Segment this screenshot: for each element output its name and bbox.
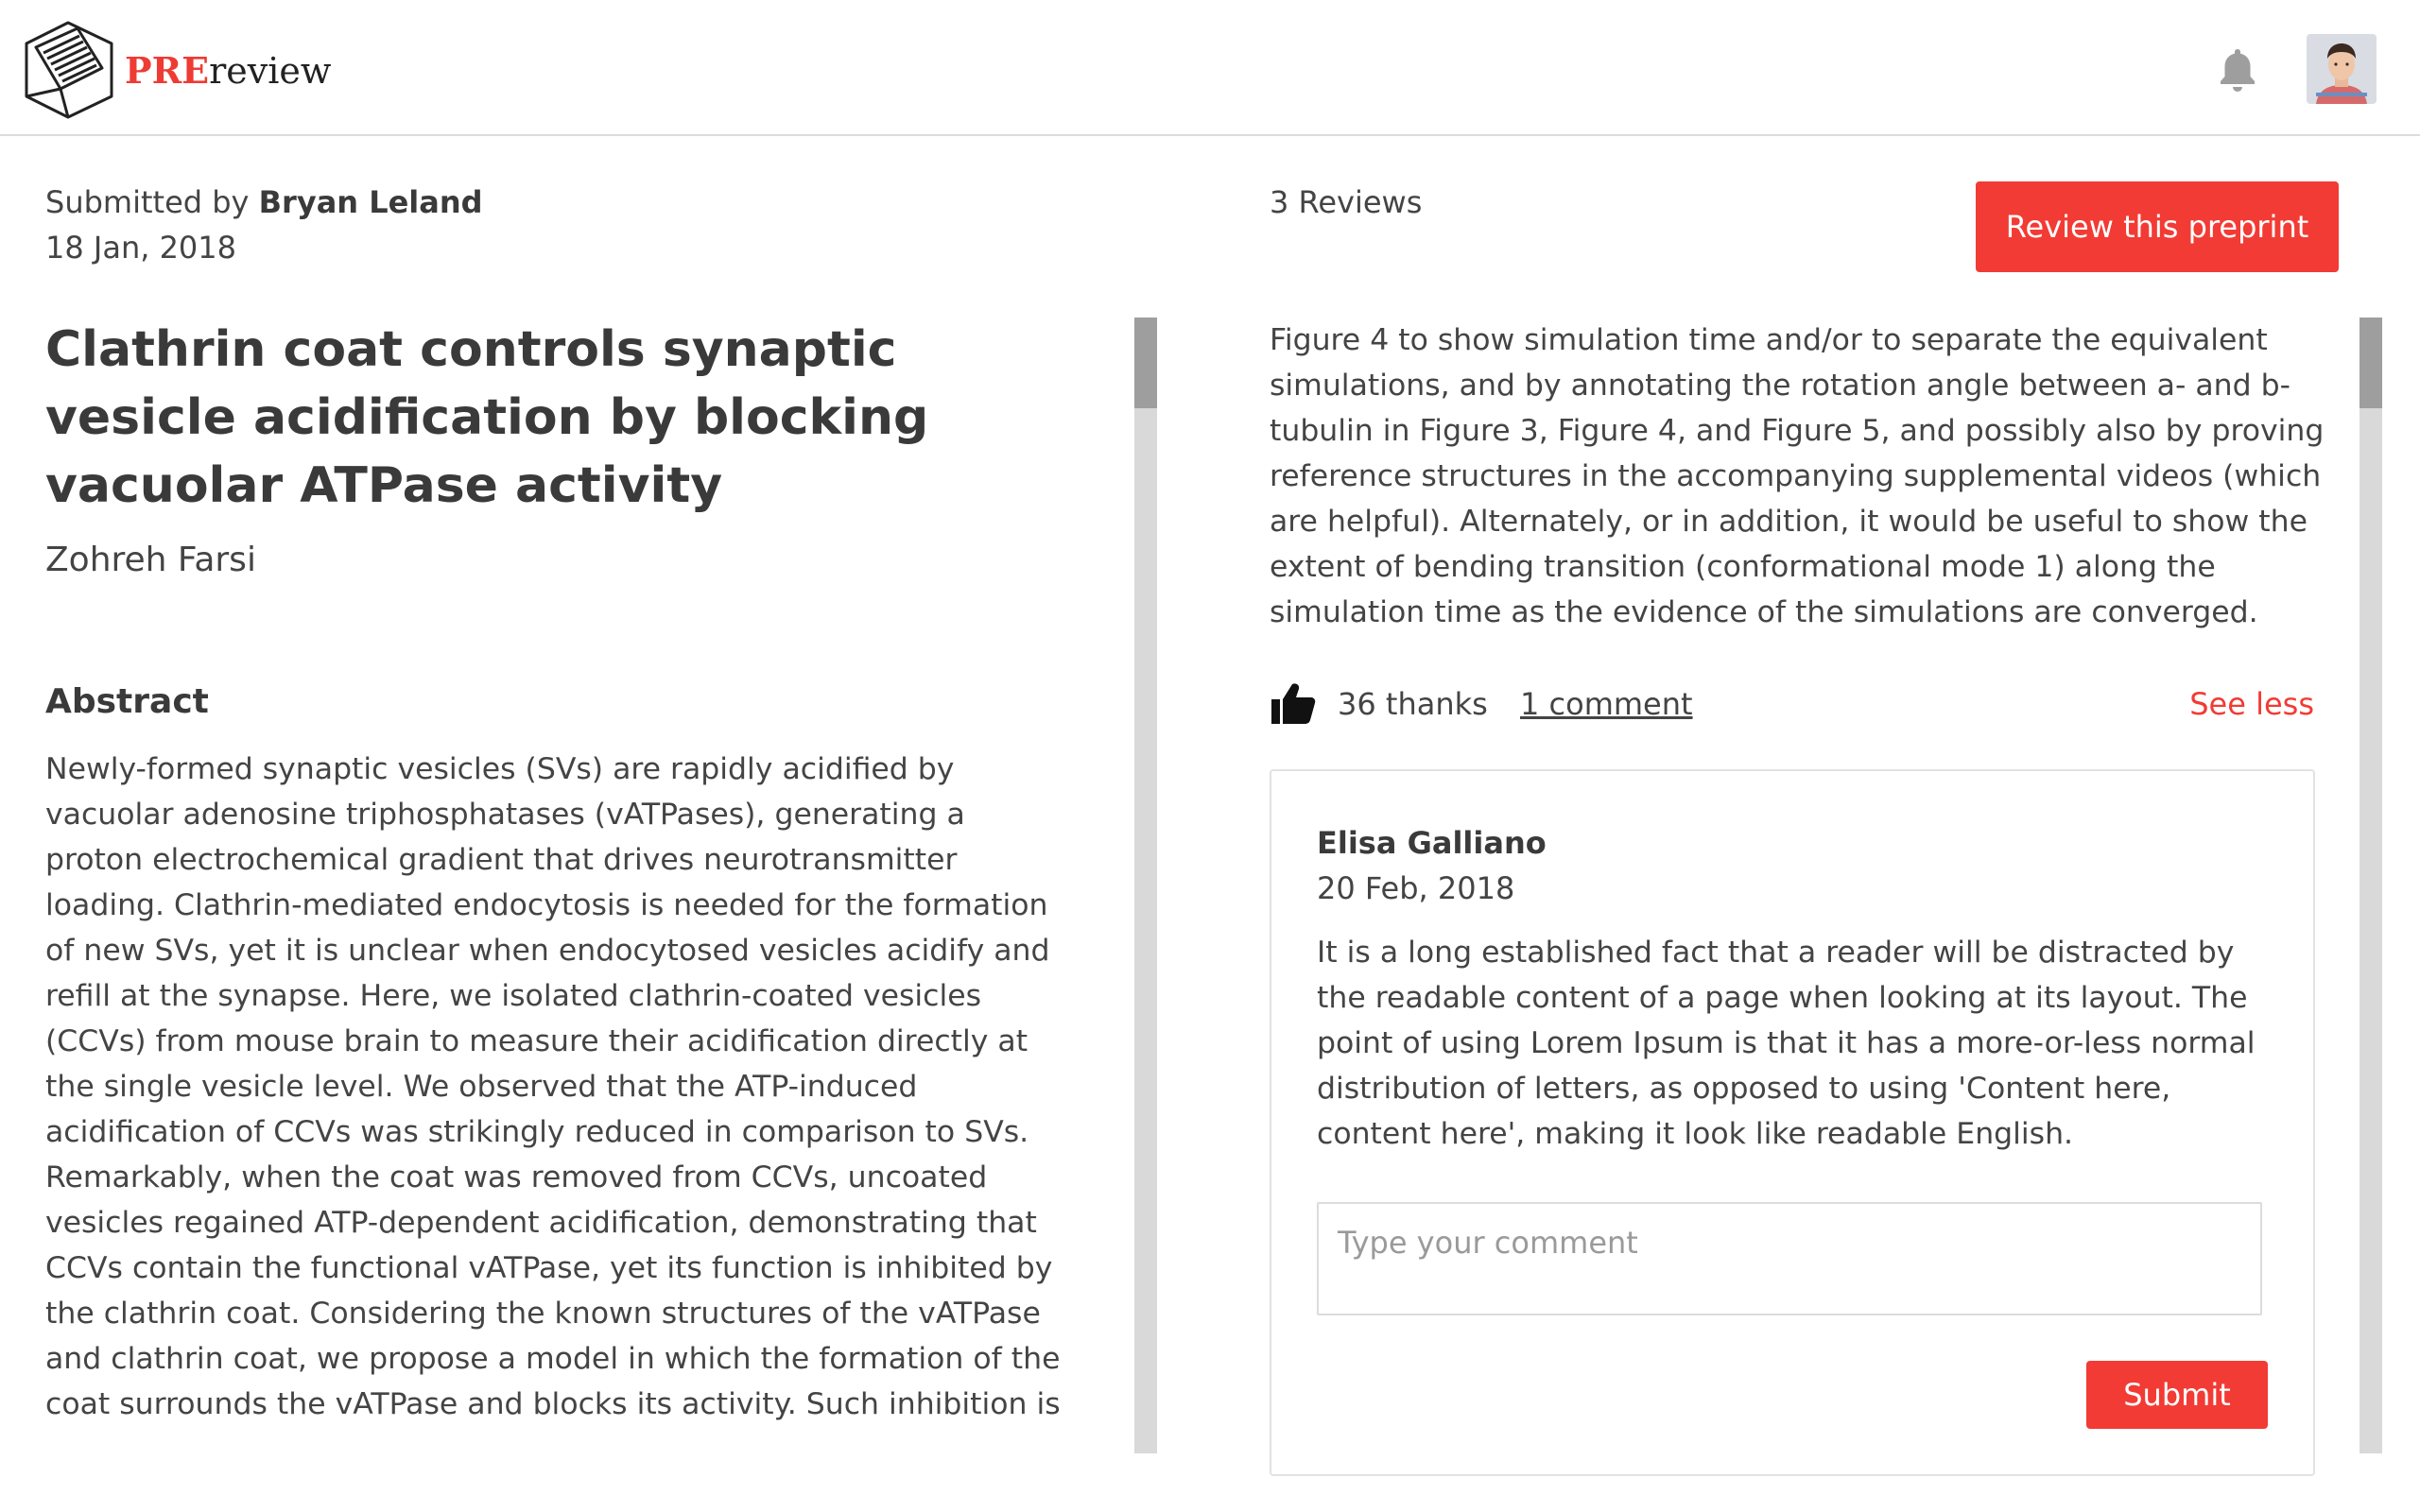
comments-link[interactable]: 1 comment: [1520, 680, 1693, 728]
submitter-name[interactable]: Bryan Leland: [259, 184, 483, 220]
review-text: Figure 4 to show simulation time and/or …: [1270, 323, 2325, 629]
comment-body: It is a long established fact that a rea…: [1317, 936, 2256, 1151]
reviews-scrollbar-thumb[interactable]: [2360, 318, 2382, 408]
submission-info: Submitted by Bryan Leland 18 Jan, 2018: [45, 180, 483, 270]
comment-input[interactable]: [1317, 1202, 2262, 1315]
abstract-text: Newly-formed synaptic vesicles (SVs) are…: [45, 752, 1061, 1421]
logo-wordmark: PREreview: [125, 48, 332, 92]
preprint-title: Clathrin coat controls synaptic vesicle …: [45, 321, 929, 514]
submit-comment-button[interactable]: Submit: [2086, 1361, 2268, 1429]
preprint-scrollbar-thumb[interactable]: [1134, 318, 1157, 408]
bell-icon[interactable]: [2218, 47, 2257, 93]
reviews-scrollbar[interactable]: [2360, 318, 2382, 1453]
comment-card: Elisa Galliano 20 Feb, 2018 It is a long…: [1270, 769, 2315, 1476]
user-avatar-image: [2307, 34, 2377, 104]
prereview-logo[interactable]: PREreview: [23, 19, 331, 121]
comment-date: 20 Feb, 2018: [1317, 870, 1515, 906]
submission-date: 18 Jan, 2018: [45, 230, 236, 266]
see-less-link[interactable]: See less: [2189, 680, 2314, 728]
preprint-author: Zohreh Farsi: [45, 541, 256, 579]
submitted-by-label: Submitted by: [45, 184, 250, 220]
abstract-heading: Abstract: [45, 682, 209, 721]
review-preprint-button[interactable]: Review this preprint: [1976, 181, 2339, 272]
comment-author: Elisa Galliano: [1317, 825, 1547, 861]
thanks-count: 36 thanks: [1338, 686, 1488, 722]
top-bar: PREreview: [0, 0, 2420, 136]
review-actions: 36 thanks 1 comment See less: [1270, 680, 2314, 728]
preprint-scrollbar[interactable]: [1134, 318, 1157, 1453]
logo-icon: [25, 21, 113, 119]
thumbs-up-icon[interactable]: [1270, 680, 1317, 726]
reviews-count: 3 Reviews: [1270, 184, 1423, 220]
avatar[interactable]: [2307, 34, 2377, 104]
